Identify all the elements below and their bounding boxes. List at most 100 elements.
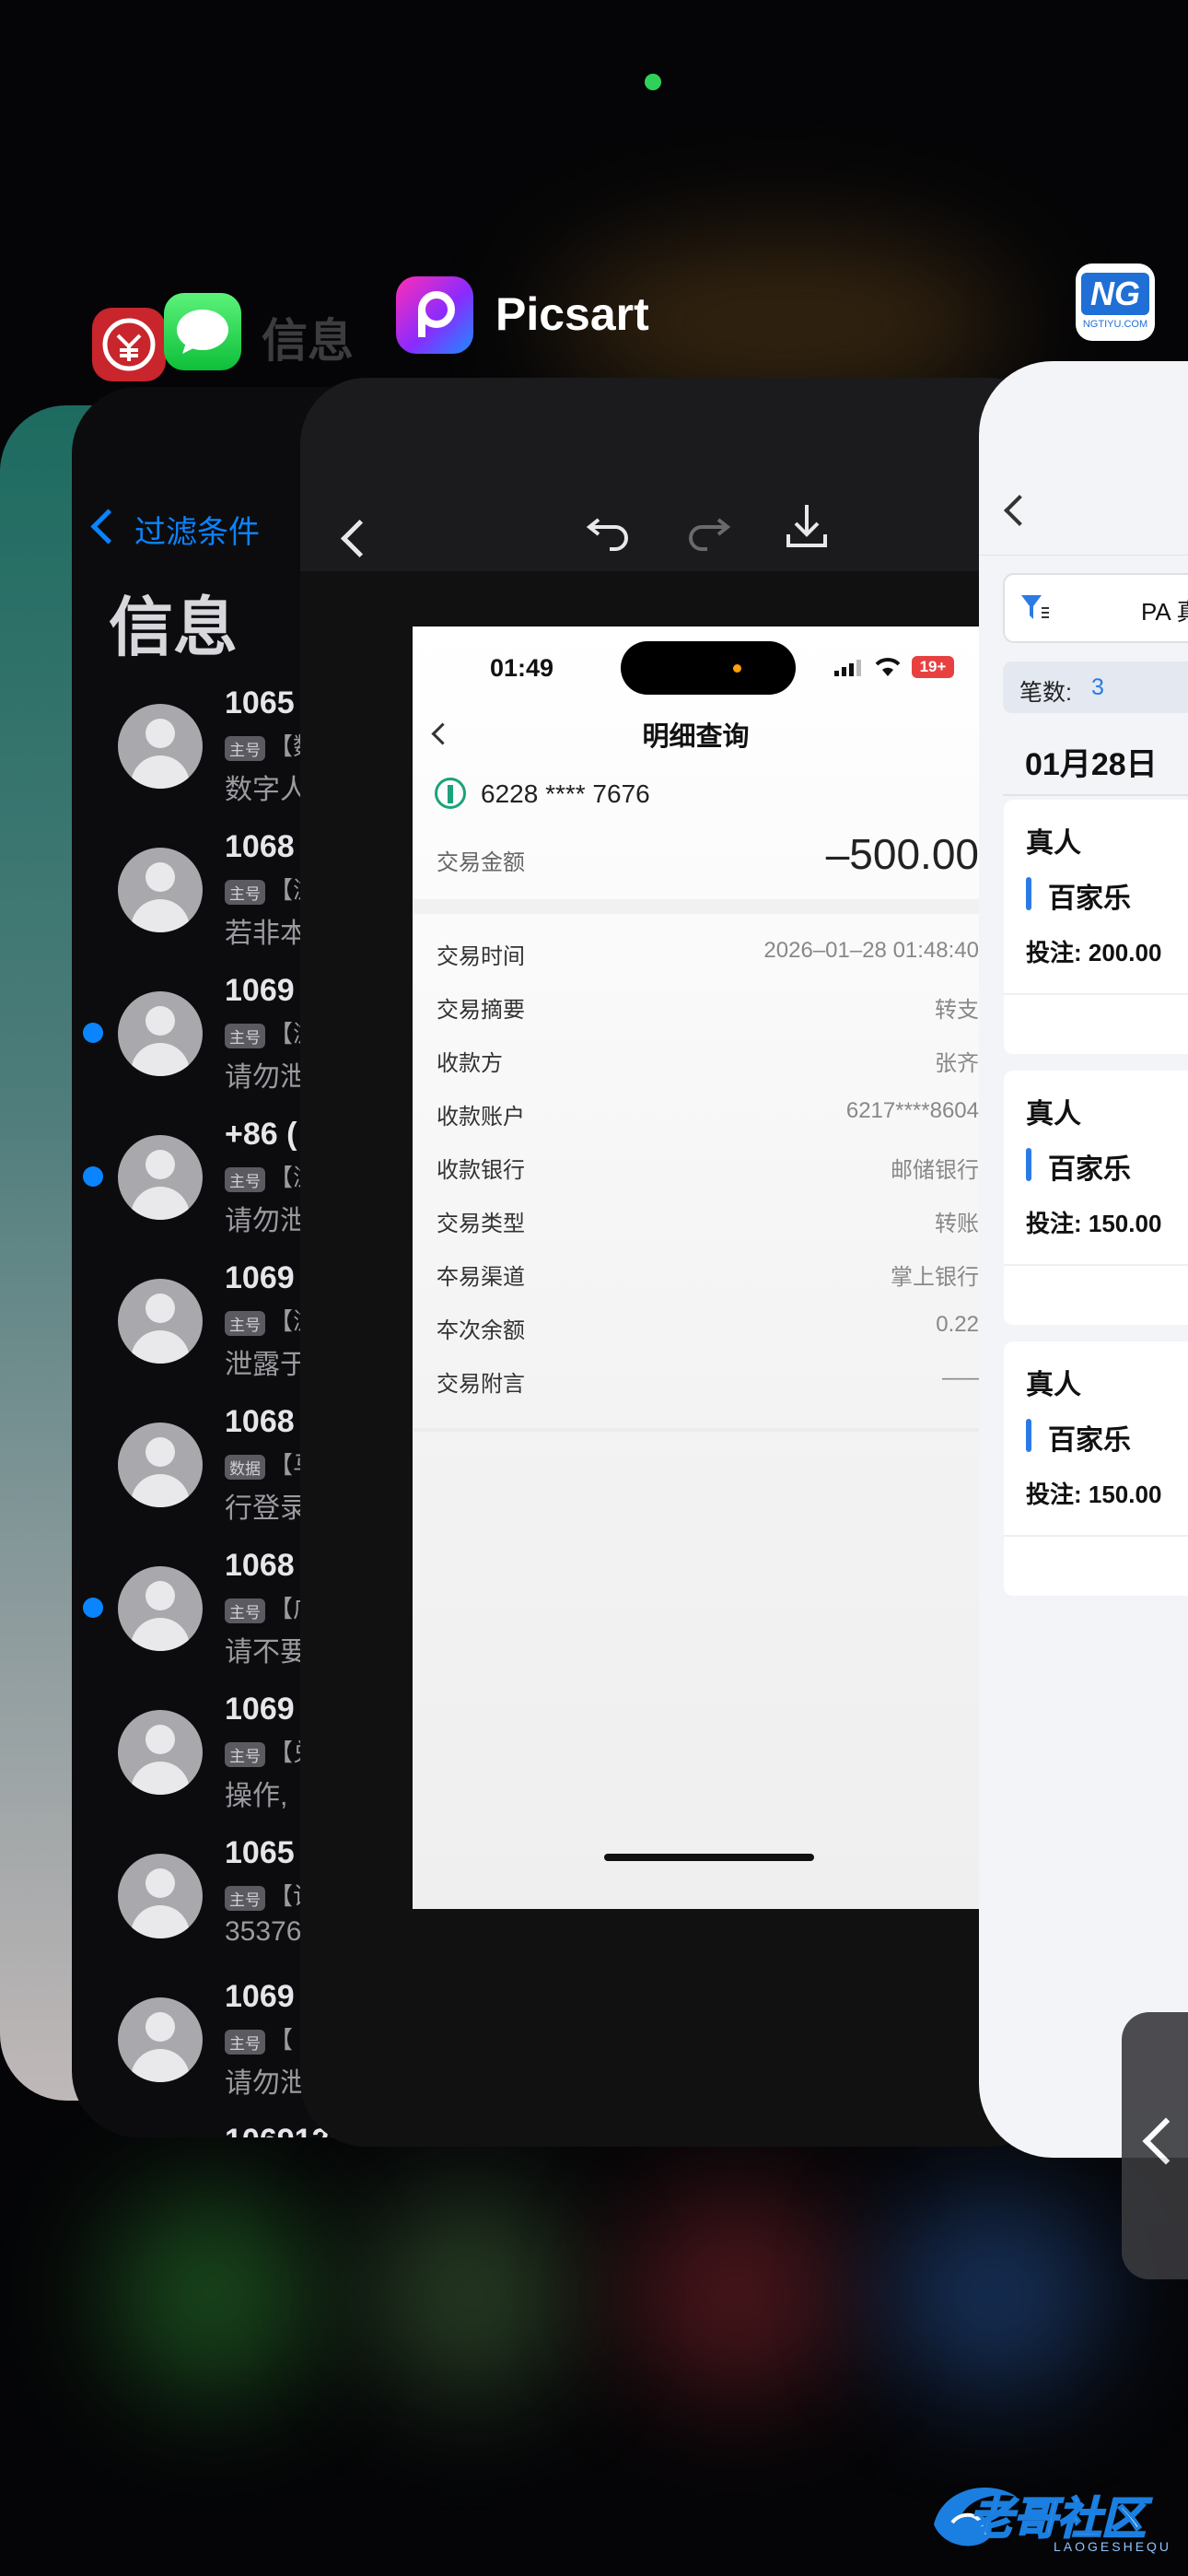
bet-stake: 投注: 150.00 xyxy=(1026,1481,1162,1508)
ng-logo-text: NG xyxy=(1081,273,1149,315)
detail-value: 2026–01–28 01:48:40 xyxy=(763,938,979,963)
message-preview: 请勿泄 xyxy=(225,1062,308,1093)
bet-card[interactable]: 真人 百家乐 投注: 200.00 xyxy=(1004,800,1188,1054)
accent-bar xyxy=(1026,1419,1031,1452)
bet-type: 真人 xyxy=(1026,1370,1081,1400)
accent-bar xyxy=(1026,877,1031,910)
detail-value: 0.22 xyxy=(936,1312,979,1337)
unread-dot xyxy=(83,1166,103,1187)
handle-chevron-icon xyxy=(1142,2117,1188,2165)
message-sender: 1069 xyxy=(225,1979,295,2014)
detail-row: 收款方 张齐 xyxy=(413,1032,979,1085)
sim-tag: 主号 xyxy=(225,1310,265,1336)
detail-row: 交易类型 转账 xyxy=(413,1192,979,1246)
back-chevron-icon[interactable] xyxy=(90,509,126,544)
detail-value: 邮储银行 xyxy=(891,1158,979,1183)
amount-value: –500.00 xyxy=(825,830,979,878)
bet-card[interactable]: 真人 百家乐 投注: 150.00 xyxy=(1004,1341,1188,1596)
bet-card[interactable]: 真人 百家乐 投注: 150.00 xyxy=(1004,1071,1188,1325)
status-time: 01:49 xyxy=(490,654,554,682)
message-preview: 请不要 xyxy=(225,1637,308,1668)
message-subject: 【 xyxy=(269,2026,294,2054)
detail-row: 夲易渠道 掌上银行 xyxy=(413,1246,979,1299)
message-preview: 泄露于 xyxy=(225,1350,308,1380)
sim-tag: 主号 xyxy=(225,1023,265,1048)
signal-icon xyxy=(834,660,862,676)
avatar xyxy=(118,1854,203,1938)
messages-app-icon[interactable] xyxy=(164,293,241,370)
detail-value: 6217****8604 xyxy=(845,1098,979,1123)
message-preview: 请勿泄 xyxy=(225,2068,308,2099)
bet-game: 百家乐 xyxy=(1048,1154,1131,1185)
sim-tag: 主号 xyxy=(225,1166,265,1192)
detail-row: 交易附言 ––– xyxy=(413,1352,979,1406)
detail-row: 夲次余额 0.22 xyxy=(413,1299,979,1352)
amount-label: 交易金额 xyxy=(437,850,525,875)
message-sender: 1069 xyxy=(225,973,295,1008)
side-handle[interactable] xyxy=(1122,2012,1188,2279)
detail-label: 交易附言 xyxy=(437,1372,525,1397)
detail-row: 交易时间 2026–01–28 01:48:40 xyxy=(413,925,979,978)
detail-value: ––– xyxy=(941,1365,979,1390)
ng-app-icon[interactable]: NG NGTIYU.COM xyxy=(1076,263,1155,341)
picsart-app-icon[interactable] xyxy=(396,276,473,354)
receipt-image[interactable]: 01:49 19+ 明细查询 6228 **** 7676 交易金额 –500.… xyxy=(413,626,979,1909)
dynamic-island xyxy=(621,641,796,695)
home-indicator xyxy=(604,1854,814,1861)
ng-back-icon[interactable] xyxy=(1004,495,1035,526)
receipt-details: 交易时间 2026–01–28 01:48:40 交易摘要 转支 收款方 张齐 收款账户 62… xyxy=(413,925,979,1441)
picsart-app-card[interactable]: 01:49 19+ 明细查询 6228 **** 7676 交易金额 –500.… xyxy=(300,378,1055,2147)
bank-app-icon[interactable] xyxy=(92,308,166,381)
picsart-app-name: Picsart xyxy=(495,288,649,340)
sim-tag: 主号 xyxy=(225,879,265,905)
back-icon[interactable] xyxy=(340,519,379,558)
filter-icon xyxy=(1021,595,1049,619)
count-label: 笔数: xyxy=(1019,680,1072,706)
redo-icon[interactable] xyxy=(683,503,735,555)
watermark-logo: 老哥社区 LAOGESHEQU xyxy=(925,2469,1182,2561)
message-sender: 1068 xyxy=(225,1404,295,1439)
filter-back-link[interactable]: 过滤条件 xyxy=(134,507,260,552)
ng-header-bg xyxy=(979,555,1188,556)
detail-label: 收款银行 xyxy=(437,1158,525,1183)
message-preview: 请勿泄 xyxy=(225,1206,308,1236)
sim-tag: 主号 xyxy=(225,1598,265,1623)
detail-value: 掌上银行 xyxy=(891,1265,979,1290)
message-tagline: 主号【 xyxy=(225,2021,293,2055)
unread-dot xyxy=(83,1023,103,1043)
watermark-sub: LAOGESHEQU xyxy=(1054,2539,1172,2554)
detail-value: 张齐 xyxy=(935,1051,979,1076)
download-icon[interactable] xyxy=(781,499,833,551)
accent-bar xyxy=(1026,1148,1031,1181)
message-sender: 1065 xyxy=(225,1835,295,1870)
sim-tag: 主号 xyxy=(225,1885,265,1911)
message-preview: 操作, xyxy=(225,1781,288,1811)
ng-logo-sub: NGTIYU.COM xyxy=(1082,319,1148,330)
battery-badge: 19+ xyxy=(912,656,954,678)
avatar xyxy=(118,1423,203,1507)
bet-stake: 投注: 200.00 xyxy=(1026,939,1162,966)
detail-label: 交易时间 xyxy=(437,944,525,969)
avatar xyxy=(118,1566,203,1651)
date-header: 01月28日 xyxy=(1025,747,1158,782)
account-number: 6228 **** 7676 xyxy=(481,779,650,808)
receipt-title: 明细查询 xyxy=(642,722,750,752)
count-bar: 笔数: 3 xyxy=(1003,662,1188,713)
sim-tag: 主号 xyxy=(225,2029,265,2055)
undo-icon[interactable] xyxy=(582,503,634,555)
divider xyxy=(413,899,979,914)
sim-tag: 数据 xyxy=(225,1454,265,1480)
message-preview: 数字人 xyxy=(225,775,308,805)
detail-value: 转支 xyxy=(935,998,979,1023)
page-title: 信息 xyxy=(109,591,238,663)
camera-indicator xyxy=(645,74,661,90)
detail-label: 收款方 xyxy=(437,1051,503,1076)
date-divider xyxy=(1003,794,1188,796)
sim-tag: 主号 xyxy=(225,1741,265,1767)
bet-stake: 投注: 150.00 xyxy=(1026,1210,1162,1237)
filter-text: PA 真 xyxy=(1141,598,1188,626)
details-bottom-edge xyxy=(413,1428,979,1432)
message-preview: 35376 xyxy=(225,1916,302,1947)
message-sender: 1069 xyxy=(225,1260,295,1295)
ng-filter-bar[interactable]: PA 真 xyxy=(1003,573,1188,643)
